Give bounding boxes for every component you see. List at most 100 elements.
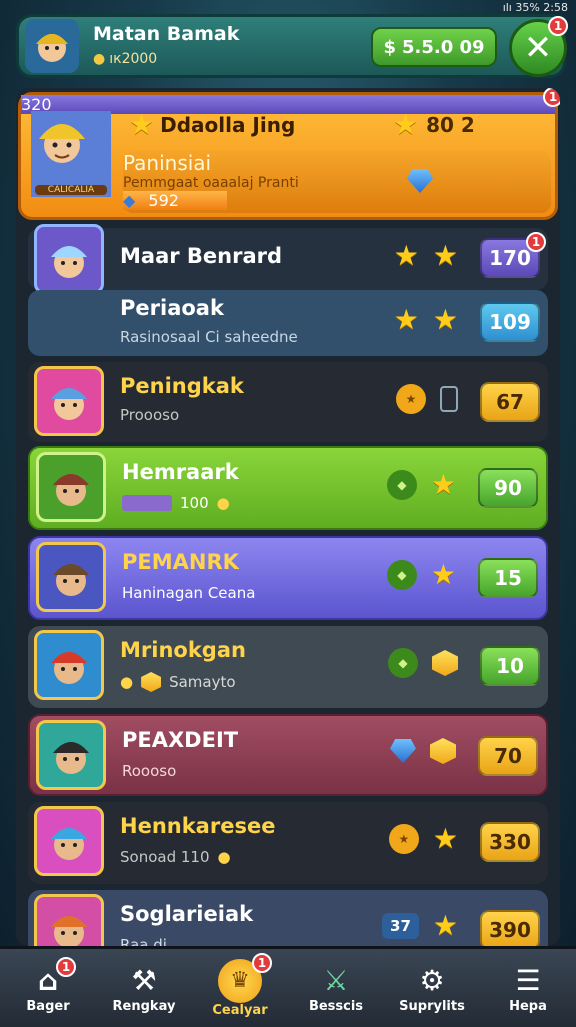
leader-row[interactable]: Mrinokgan ● Samayto ◆ 10 <box>28 626 548 708</box>
featured-avatar: CALICALIA <box>31 111 111 197</box>
row-title: PEMANRK <box>122 550 239 574</box>
cube-icon <box>430 738 456 764</box>
leader-row[interactable]: Maar Benrard ★ ★ 170 1 <box>28 224 548 294</box>
row-icons: ★ ★ <box>394 306 458 334</box>
row-icons: ★ ★ <box>388 822 458 855</box>
featured-sub: Pemmgaat oaaalaj Pranti <box>123 175 299 191</box>
row-icons: ◆ ★ <box>386 558 456 591</box>
score-badge: 1 <box>543 88 560 107</box>
nav-label: Besscis <box>308 998 364 1014</box>
row-score-value: 70 <box>494 744 522 768</box>
row-score-value: 330 <box>489 830 531 854</box>
coin-icon: ● <box>93 51 106 67</box>
row-avatar <box>34 894 104 946</box>
cube-icon <box>432 650 458 676</box>
leader-row[interactable]: Soglarieiak Raa di ... 37 ★ 390 <box>28 890 548 946</box>
nav-item-battle[interactable]: ⚔ Besscis <box>290 963 382 1014</box>
hammer-icon: ⚒ <box>131 964 157 997</box>
status-text: ılı 35% 2:58 <box>502 0 568 14</box>
player-header: Matan Bamak ● ıк2000 $ 5.5.0 09 ✕ 1 <box>16 14 568 78</box>
featured-head-label: Ddaolla Jing <box>160 113 296 137</box>
featured-avatar-caption: CALICALIA <box>35 185 107 195</box>
row-title: Soglarieiak <box>120 902 254 926</box>
row-icons: ★ ★ <box>394 242 458 270</box>
row-score[interactable]: 67 <box>480 382 540 422</box>
row-avatar <box>36 542 106 612</box>
row-score[interactable]: 330 <box>480 822 540 862</box>
shield-icon: ◆ <box>386 560 417 590</box>
nav-item-leaderboard[interactable]: ♛ Cealyar 1 <box>194 952 286 1018</box>
menu-icon: ☰ <box>515 964 541 997</box>
star-icon: ★ <box>432 239 458 272</box>
row-title: Periaoak <box>120 296 224 320</box>
star-icon: ★ <box>393 108 419 141</box>
close-button[interactable]: ✕ 1 <box>509 16 568 77</box>
leader-row[interactable]: PEAXDEIT Roooso 70 <box>28 714 548 796</box>
row-score[interactable]: 10 <box>480 646 540 686</box>
player-subline: ● ıк2000 <box>93 51 157 67</box>
star-icon: ★ <box>432 822 458 855</box>
gem-icon <box>390 739 416 763</box>
row-title: Hennkaresee <box>120 814 276 838</box>
leader-row[interactable]: PEMANRK Haninagan Ceana ◆ ★ 15 <box>28 536 548 620</box>
featured-inner-score[interactable]: ◆ 592 <box>123 191 227 210</box>
leader-row[interactable]: Periaoak Rasinosaal Ci saheedne ★ ★ 109 <box>28 290 548 356</box>
coin-icon: ● <box>120 673 134 691</box>
score-badge: 1 <box>526 232 546 252</box>
row-sub: Haninagan Ceana <box>122 584 256 602</box>
star-icon: ★ <box>430 558 456 591</box>
nav-item-settings[interactable]: ⚙ Suprylits <box>386 963 478 1014</box>
leader-row[interactable]: Hemraark 100 ● ◆ ★ 90 <box>28 446 548 530</box>
star-icon: ★ <box>432 303 458 336</box>
star-icon: ★ <box>432 909 458 942</box>
row-avatar <box>34 630 104 700</box>
leader-row[interactable]: Peningkak Proooso ★ 67 <box>28 362 548 442</box>
row-score[interactable]: 15 <box>478 558 538 598</box>
gear-icon: ⚙ <box>419 964 445 997</box>
row-score[interactable]: 390 <box>480 910 540 946</box>
leaderboard-list[interactable]: CALICALIA ★ Ddaolla Jing ★ 80 2 320 1 Pa… <box>16 88 560 946</box>
leader-row[interactable]: Hennkaresee Sonoad 110 ● ★ ★ 330 <box>28 802 548 884</box>
row-sub: Rasinosaal Ci saheedne <box>120 328 298 346</box>
shield-icon: ★ <box>388 824 419 854</box>
row-score[interactable]: 70 <box>478 736 538 776</box>
featured-row[interactable]: CALICALIA ★ Ddaolla Jing ★ 80 2 320 1 Pa… <box>18 88 560 220</box>
tag-icon <box>122 495 172 511</box>
row-avatar <box>36 720 106 790</box>
row-score[interactable]: 109 <box>480 302 540 342</box>
row-sub-wrap: Sonoad 110 ● <box>120 848 231 866</box>
row-title: Peningkak <box>120 374 244 398</box>
nav-badge: 1 <box>56 956 76 977</box>
sword-icon: ⚔ <box>323 964 349 997</box>
coin-icon: ● <box>216 494 230 512</box>
featured-inner-panel: Paninsiai Pemmgaat oaaalaj Pranti ◆ 592 <box>123 151 551 213</box>
gem-small-icon: ◆ <box>123 191 136 210</box>
nav-item-home[interactable]: ⌂ Bager 1 <box>2 956 94 1014</box>
row-score[interactable]: 170 1 <box>480 232 546 278</box>
shield-icon: ◆ <box>386 470 417 500</box>
row-score[interactable]: 90 <box>478 468 538 508</box>
player-avatar[interactable] <box>25 19 79 73</box>
nav-item-build[interactable]: ⚒ Rengkay <box>98 963 190 1014</box>
shield-icon: ★ <box>396 384 426 414</box>
nav-item-menu[interactable]: ☰ Hepa <box>482 963 574 1014</box>
bottom-nav: ⌂ Bager 1 ⚒ Rengkay ♛ Cealyar 1 ⚔ Bessci… <box>0 946 576 1027</box>
coins-button[interactable]: $ 5.5.0 09 <box>371 27 497 67</box>
coins-label: 5.5.0 09 <box>401 36 485 58</box>
cube-icon <box>141 672 162 692</box>
row-avatar <box>34 224 104 294</box>
row-sub: Samayto <box>169 673 236 691</box>
featured-head: ★ Ddaolla Jing <box>129 111 295 139</box>
row-sub-wrap: ● Samayto <box>120 672 236 692</box>
row-score-value: 90 <box>494 476 522 500</box>
star-icon: ★ <box>393 303 419 336</box>
featured-title: Paninsiai <box>123 151 212 175</box>
dollar-icon: $ <box>383 36 396 58</box>
player-name: Matan Bamak <box>93 23 240 45</box>
row-sub-wrap: 100 ● <box>122 494 230 512</box>
row-icons <box>390 738 456 764</box>
row-score-value: 10 <box>496 654 524 678</box>
row-avatar <box>34 366 104 436</box>
row-avatar <box>36 452 106 522</box>
row-sub: Sonoad 110 <box>120 848 210 866</box>
